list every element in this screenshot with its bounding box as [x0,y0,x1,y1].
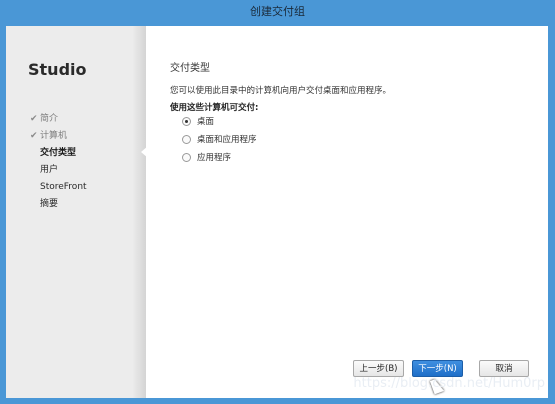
step-label: 用户 [40,165,59,175]
check-icon: ✔ [30,114,38,124]
radio-label: 桌面 [197,117,215,127]
window-frame: 创建交付组 Studio ✔ 简介 ✔ 计算机 交付类型 用户 StoreFro… [0,0,555,404]
step-label: 简介 [40,114,59,124]
brand-title: Studio [28,60,87,79]
step-users: 用户 [30,162,87,179]
radio-label: 桌面和应用程序 [197,135,257,145]
wizard-steps: ✔ 简介 ✔ 计算机 交付类型 用户 StoreFront 摘要 [30,111,87,213]
delivery-question-label: 使用这些计算机可交付: [170,103,259,113]
step-intro[interactable]: ✔ 简介 [30,111,87,128]
radio-button-selected[interactable] [182,116,191,126]
next-button[interactable]: 下一步(N) [412,360,463,377]
step-summary: 摘要 [30,196,87,213]
radio-button[interactable] [182,152,191,162]
step-label: StoreFront [40,182,87,192]
radio-option-apps[interactable]: 应用程序 [182,149,231,165]
watermark: https://blog.csdn.net/Hum0rp [353,376,545,391]
sidebar-shadow [132,26,146,398]
step-label: 计算机 [40,131,68,141]
wizard-client-area: Studio ✔ 简介 ✔ 计算机 交付类型 用户 StoreFront 摘要 … [6,26,548,398]
radio-option-desktop-and-apps[interactable]: 桌面和应用程序 [182,131,257,147]
step-label: 交付类型 [40,148,77,158]
wizard-sidebar: Studio ✔ 简介 ✔ 计算机 交付类型 用户 StoreFront 摘要 [6,26,148,398]
current-step-pointer-icon [141,146,148,158]
radio-option-desktop[interactable]: 桌面 [182,113,214,129]
radio-label: 应用程序 [197,153,232,163]
step-delivery-type[interactable]: 交付类型 [30,145,87,162]
page-title: 交付类型 [170,63,210,74]
check-icon: ✔ [30,131,38,141]
wizard-content: 交付类型 您可以使用此目录中的计算机向用户交付桌面和应用程序。 使用这些计算机可… [170,26,540,398]
step-storefront: StoreFront [30,179,87,196]
step-label: 摘要 [40,199,59,209]
radio-button[interactable] [182,134,191,144]
window-title: 创建交付组 [250,5,305,18]
page-description: 您可以使用此目录中的计算机向用户交付桌面和应用程序。 [170,86,392,96]
back-button[interactable]: 上一步(B) [353,360,404,377]
cancel-button[interactable]: 取消 [479,360,529,377]
step-machines[interactable]: ✔ 计算机 [30,128,87,145]
